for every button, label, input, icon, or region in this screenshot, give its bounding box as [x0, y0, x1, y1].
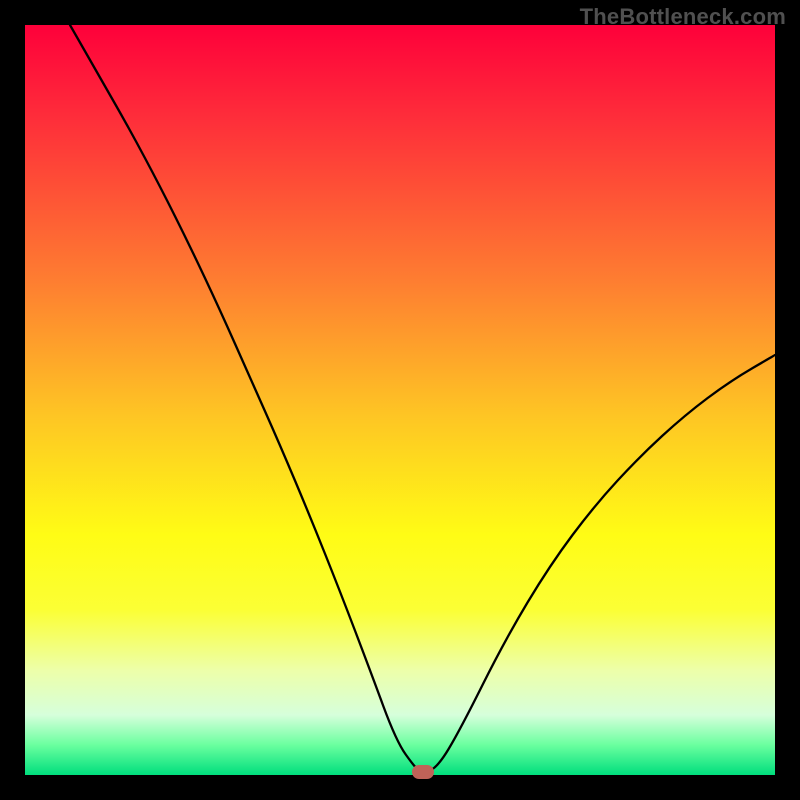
- chart-container: TheBottleneck.com: [0, 0, 800, 800]
- curve-layer: [25, 25, 775, 775]
- watermark-text: TheBottleneck.com: [580, 4, 786, 30]
- plot-area: [25, 25, 775, 775]
- optimum-marker: [412, 765, 434, 779]
- bottleneck-curve: [70, 25, 775, 772]
